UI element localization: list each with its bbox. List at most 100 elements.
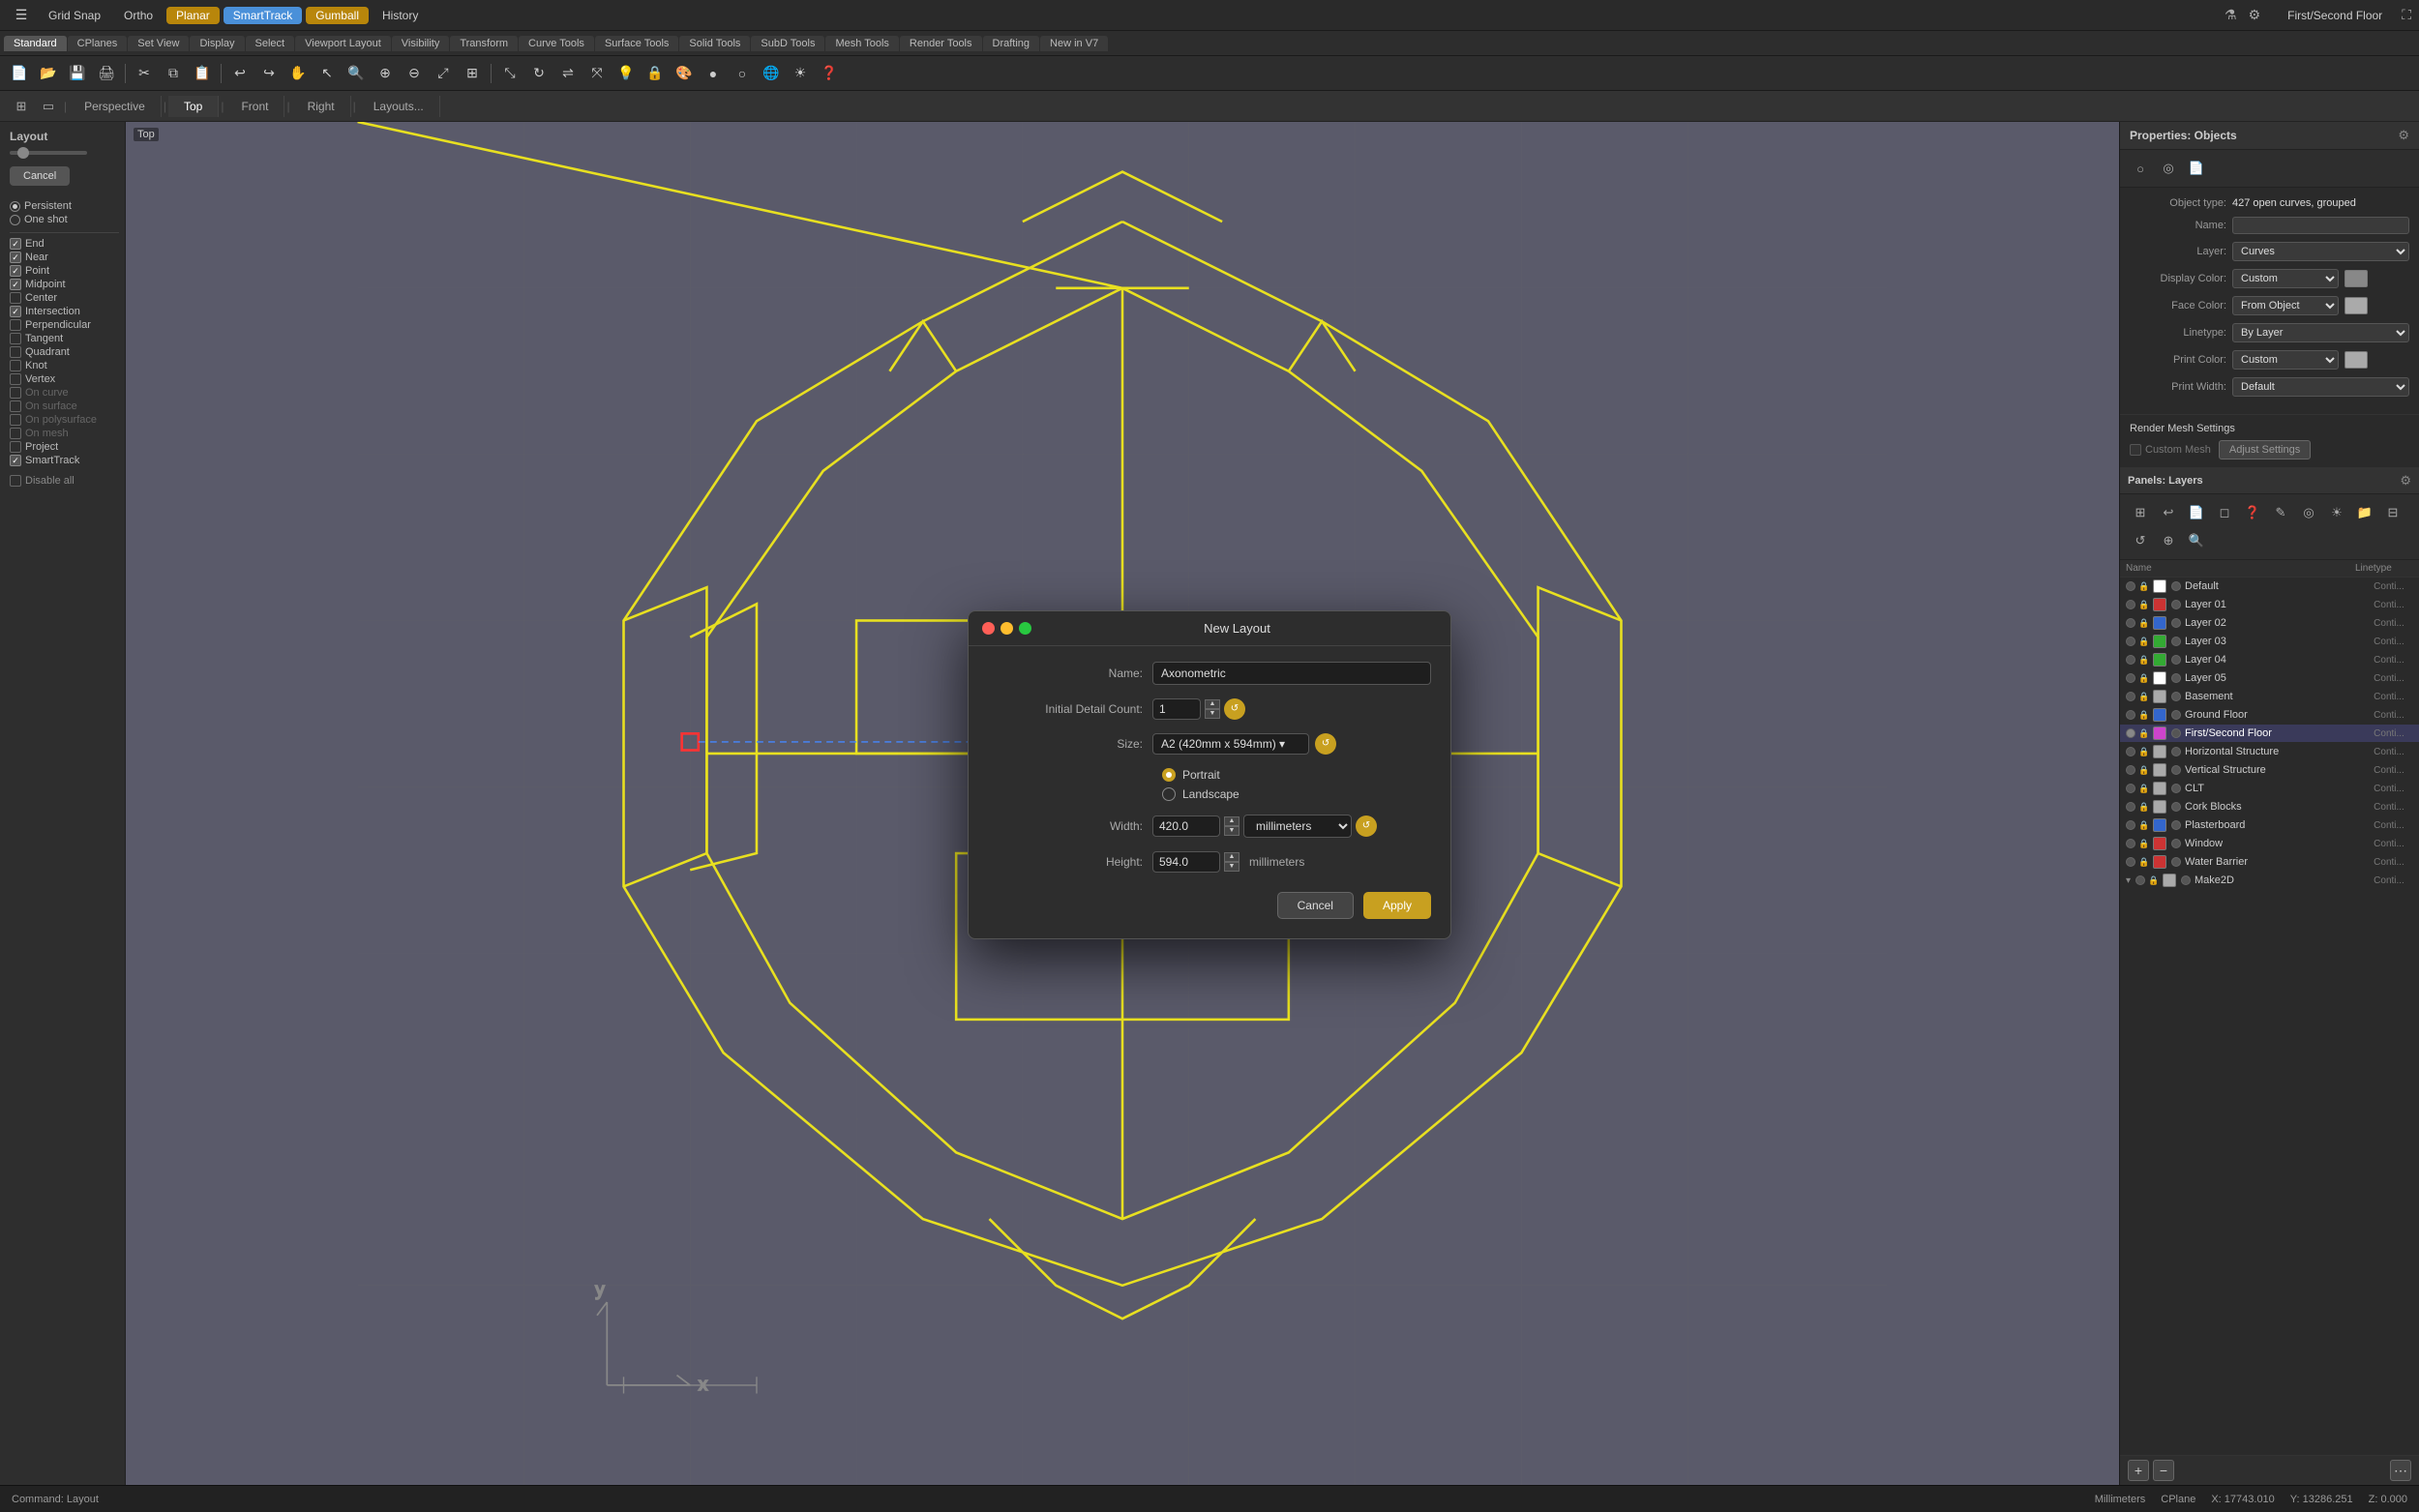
layer-vis-01[interactable] — [2126, 600, 2135, 609]
scale-icon[interactable]: ⤧ — [583, 60, 611, 87]
tab-set-view[interactable]: Set View — [128, 36, 189, 51]
tab-solid-tools[interactable]: Solid Tools — [679, 36, 750, 51]
cut-icon[interactable]: ✂ — [131, 60, 158, 87]
layer-lock-03[interactable]: 🔒 — [2138, 636, 2150, 647]
custom-mesh-checkbox[interactable] — [2130, 444, 2141, 456]
snap-on-surface[interactable]: On surface — [6, 400, 119, 413]
name-prop-input[interactable] — [2232, 217, 2409, 234]
sidebar-cancel-btn[interactable]: Cancel — [10, 166, 70, 186]
snap-knot[interactable]: Knot — [6, 359, 119, 372]
vp-tab-right[interactable]: Right — [292, 96, 351, 117]
color-wheel-icon[interactable]: 🎨 — [671, 60, 698, 87]
open-file-icon[interactable]: 📂 — [35, 60, 62, 87]
tab-viewport-layout[interactable]: Viewport Layout — [295, 36, 391, 51]
size-dropdown[interactable]: A2 (420mm x 594mm) ▾ — [1152, 733, 1309, 755]
detail-count-up[interactable]: ▲ — [1205, 699, 1220, 709]
layer-print-05[interactable] — [2171, 673, 2181, 683]
layer-row-04[interactable]: 🔒 Layer 04 Conti... — [2120, 651, 2419, 669]
width-unit-select[interactable]: millimeters inches — [1243, 815, 1352, 838]
sidebar-slider[interactable] — [10, 151, 87, 155]
layer-icon-5[interactable]: ❓ — [2240, 500, 2265, 525]
add-layer-btn[interactable]: + — [2128, 1460, 2149, 1481]
layer-icon-9[interactable]: 📁 — [2352, 500, 2377, 525]
layer-icon-6[interactable]: ✎ — [2268, 500, 2293, 525]
snap-center[interactable]: Center — [6, 291, 119, 305]
tab-render-tools[interactable]: Render Tools — [900, 36, 982, 51]
tab-mesh-tools[interactable]: Mesh Tools — [825, 36, 898, 51]
snap-quadrant-check[interactable] — [10, 346, 21, 358]
disable-all-item[interactable]: Disable all — [6, 475, 119, 487]
layer-vis-02[interactable] — [2126, 618, 2135, 628]
width-input[interactable] — [1152, 815, 1220, 837]
prop-object-icon[interactable]: ○ — [2128, 156, 2153, 181]
select-icon[interactable]: ↖ — [314, 60, 341, 87]
layer-options-btn[interactable]: ⋯ — [2390, 1460, 2411, 1481]
snap-midpoint[interactable]: ✓ Midpoint — [6, 278, 119, 291]
tab-cplanes[interactable]: CPlanes — [68, 36, 128, 51]
tab-display[interactable]: Display — [190, 36, 244, 51]
face-color-select[interactable]: From Object — [2232, 296, 2339, 315]
close-window-btn[interactable] — [982, 622, 995, 635]
layer-vis-05[interactable] — [2126, 673, 2135, 683]
minimize-window-btn[interactable] — [1000, 622, 1013, 635]
layer-icon-11[interactable]: ↺ — [2128, 528, 2153, 553]
layer-icon-1[interactable]: ⊞ — [2128, 500, 2153, 525]
tab-transform[interactable]: Transform — [450, 36, 518, 51]
viewport-single-icon[interactable]: ▭ — [35, 93, 62, 120]
layer-row-ground[interactable]: 🔒 Ground Floor Conti... — [2120, 706, 2419, 725]
layer-vis-04[interactable] — [2126, 655, 2135, 665]
vp-tab-top[interactable]: Top — [168, 96, 219, 117]
snap-quadrant[interactable]: Quadrant — [6, 345, 119, 359]
snap-perpendicular-check[interactable] — [10, 319, 21, 331]
height-down[interactable]: ▼ — [1224, 862, 1239, 872]
display-color-select[interactable]: Custom — [2232, 269, 2339, 288]
snap-near-check[interactable]: ✓ — [10, 252, 21, 263]
snap-on-polysurface[interactable]: On polysurface — [6, 413, 119, 427]
layer-print-03[interactable] — [2171, 637, 2181, 646]
snap-persistent[interactable]: Persistent — [6, 199, 119, 213]
snap-on-surface-check[interactable] — [10, 400, 21, 412]
height-input[interactable] — [1152, 851, 1220, 873]
search-icon[interactable]: 🔍 — [343, 60, 370, 87]
layer-expand-make2d[interactable]: ▾ — [2126, 875, 2135, 886]
grid-icon[interactable]: ⊞ — [459, 60, 486, 87]
vp-tab-perspective[interactable]: Perspective — [69, 96, 162, 117]
snap-vertex-check[interactable] — [10, 373, 21, 385]
layer-icon-3[interactable]: 📄 — [2184, 500, 2209, 525]
layer-select[interactable]: Curves — [2232, 242, 2409, 261]
layer-icon-4[interactable]: ◻ — [2212, 500, 2237, 525]
layer-visibility-default[interactable] — [2126, 581, 2135, 591]
new-file-icon[interactable]: 📄 — [6, 60, 33, 87]
smart-track-btn[interactable]: SmartTrack — [224, 7, 303, 24]
tab-select[interactable]: Select — [246, 36, 295, 51]
layers-gear-icon[interactable]: ⚙ — [2400, 473, 2411, 489]
layer-icon-12[interactable]: ⊕ — [2156, 528, 2181, 553]
snap-intersection-check[interactable]: ✓ — [10, 306, 21, 317]
snap-persistent-radio[interactable] — [10, 201, 20, 212]
detail-count-input[interactable] — [1152, 698, 1201, 720]
snap-on-mesh-check[interactable] — [10, 428, 21, 439]
planar-btn[interactable]: Planar — [166, 7, 220, 24]
tab-surface-tools[interactable]: Surface Tools — [595, 36, 678, 51]
detail-count-down[interactable]: ▼ — [1205, 709, 1220, 719]
history-btn[interactable]: History — [373, 7, 428, 24]
maximize-icon[interactable]: ⛶ — [2402, 7, 2411, 23]
layer-row-window[interactable]: 🔒 Window Conti... — [2120, 835, 2419, 853]
filter-icon[interactable]: ⚗ — [2225, 7, 2237, 23]
layer-print-02[interactable] — [2171, 618, 2181, 628]
width-up[interactable]: ▲ — [1224, 816, 1239, 826]
layer-row-horiz[interactable]: 🔒 Horizontal Structure Conti... — [2120, 743, 2419, 761]
tab-standard[interactable]: Standard — [4, 36, 67, 51]
layer-row-first-second[interactable]: 🔒 First/Second Floor Conti... — [2120, 725, 2419, 743]
layer-row-default[interactable]: 🔒 Default Conti... — [2120, 578, 2419, 596]
layer-print-04[interactable] — [2171, 655, 2181, 665]
copy-icon[interactable]: ⧉ — [160, 60, 187, 87]
landscape-option[interactable]: Landscape — [1162, 787, 1431, 801]
snap-vertex[interactable]: Vertex — [6, 372, 119, 386]
layer-icon-10[interactable]: ⊟ — [2380, 500, 2405, 525]
snap-point-check[interactable]: ✓ — [10, 265, 21, 277]
ortho-btn[interactable]: Ortho — [114, 7, 163, 24]
snap-project-check[interactable] — [10, 441, 21, 453]
layer-icon-2[interactable]: ↩ — [2156, 500, 2181, 525]
vp-tab-layouts[interactable]: Layouts... — [358, 96, 440, 117]
